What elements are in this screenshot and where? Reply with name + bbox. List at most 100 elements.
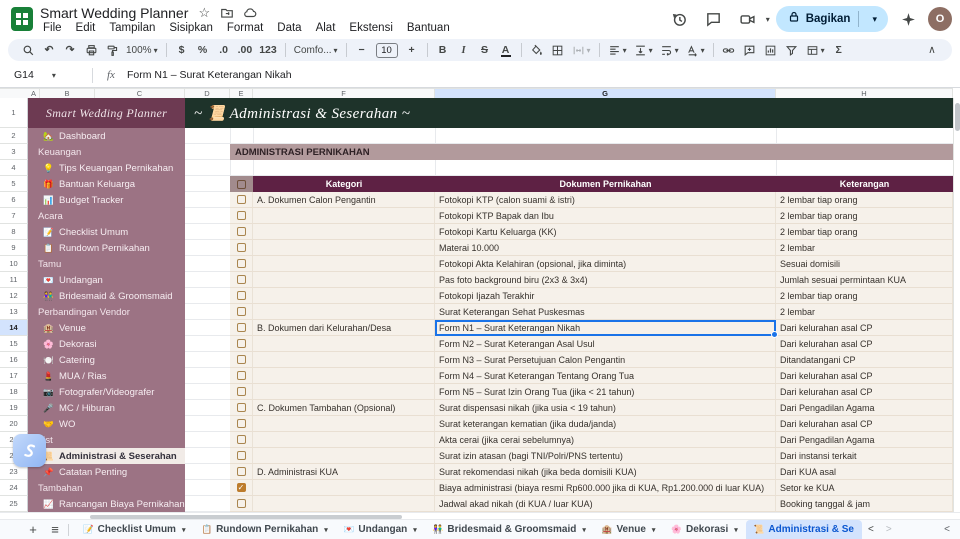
- menu-alat[interactable]: Alat: [309, 21, 343, 35]
- row-header-6[interactable]: 6: [0, 192, 28, 208]
- kategori-cell[interactable]: [253, 432, 435, 448]
- checkbox-cell[interactable]: [230, 192, 253, 208]
- checkbox-unchecked[interactable]: [236, 243, 246, 252]
- kategori-cell[interactable]: B. Dokumen dari Kelurahan/Desa: [253, 320, 435, 336]
- sidebar-title[interactable]: Smart Wedding Planner: [28, 98, 185, 128]
- sidebar-item-catatan-penting[interactable]: 📌 Catatan Penting: [28, 464, 185, 480]
- row-header-25[interactable]: 25: [0, 496, 28, 512]
- keterangan-cell[interactable]: Dari Pengadilan Agama: [776, 432, 953, 448]
- checkbox-unchecked[interactable]: [236, 339, 246, 348]
- row-header-14[interactable]: 14: [0, 320, 28, 336]
- gemini-sparkle-icon[interactable]: [894, 5, 922, 33]
- page-title-banner[interactable]: ~ 📜 Administrasi & Seserahan ~: [185, 98, 953, 128]
- row-header-18[interactable]: 18: [0, 384, 28, 400]
- insert-chart-button[interactable]: [761, 40, 781, 60]
- dokumen-cell[interactable]: Surat rekomendasi nikah (jika beda domis…: [435, 464, 776, 480]
- move-folder-icon[interactable]: [220, 6, 234, 20]
- checkbox-cell[interactable]: [230, 400, 253, 416]
- sheet-tab-checklist-umum[interactable]: 📝 Checklist Umum ▾: [75, 520, 193, 539]
- menu-format[interactable]: Format: [220, 21, 270, 35]
- more-formats-button[interactable]: 123: [256, 40, 280, 60]
- insert-link-button[interactable]: [719, 40, 739, 60]
- row-header-20[interactable]: 20: [0, 416, 28, 432]
- kategori-cell[interactable]: [253, 384, 435, 400]
- checkbox-cell[interactable]: [230, 464, 253, 480]
- horizontal-scrollbar-thumb[interactable]: [90, 514, 402, 519]
- text-color-button[interactable]: A: [496, 40, 516, 60]
- horizontal-align-button[interactable]: ▾: [605, 40, 630, 60]
- header-checkbox-cell[interactable]: [230, 176, 253, 192]
- checkbox-unchecked[interactable]: [236, 403, 246, 412]
- checkbox-unchecked[interactable]: [236, 371, 246, 380]
- dokumen-cell[interactable]: Fotokopi Akta Kelahiran (opsional, jika …: [435, 256, 776, 272]
- horizontal-scrollbar[interactable]: [0, 512, 960, 519]
- keterangan-cell[interactable]: Ditandatangani CP: [776, 352, 953, 368]
- keterangan-cell[interactable]: Setor ke KUA: [776, 480, 953, 496]
- checkbox-unchecked[interactable]: [236, 195, 246, 204]
- dokumen-cell[interactable]: Pas foto background biru (2x3 & 3x4): [435, 272, 776, 288]
- keterangan-cell[interactable]: Booking tanggal & jam: [776, 496, 953, 512]
- sidebar-item-mua-rias[interactable]: 💄 MUA / Rias: [28, 368, 185, 384]
- checkbox-cell[interactable]: [230, 416, 253, 432]
- keterangan-cell[interactable]: Sesuai domisili: [776, 256, 953, 272]
- sidebar-item-rancangan-biaya-pernikahan[interactable]: 📈 Rancangan Biaya Pernikahan: [28, 496, 185, 512]
- menu-edit[interactable]: Edit: [69, 21, 103, 35]
- decrease-font-size-button[interactable]: −: [352, 40, 372, 60]
- keterangan-cell[interactable]: Dari instansi terkait: [776, 448, 953, 464]
- row-header-8[interactable]: 8: [0, 224, 28, 240]
- font-select-button[interactable]: Comfo... ▾: [291, 40, 341, 60]
- font-size-box-button[interactable]: 10: [373, 40, 401, 60]
- checkbox-unchecked[interactable]: [236, 227, 246, 236]
- kategori-cell[interactable]: D. Administrasi KUA: [253, 464, 435, 480]
- keterangan-cell[interactable]: Dari Pengadilan Agama: [776, 400, 953, 416]
- sheet-tab-venue[interactable]: 🏨 Venue ▾: [594, 520, 664, 539]
- checkbox-unchecked[interactable]: [236, 307, 246, 316]
- bold-button[interactable]: B: [433, 40, 453, 60]
- sidebar-item-bantuan-keluarga[interactable]: 🎁 Bantuan Keluarga: [28, 176, 185, 192]
- kategori-cell[interactable]: [253, 272, 435, 288]
- sidebar-section-acara[interactable]: Acara: [28, 208, 185, 224]
- checkbox-cell[interactable]: [230, 320, 253, 336]
- cloud-status-icon[interactable]: [243, 6, 257, 20]
- insert-comment-button[interactable]: [740, 40, 760, 60]
- menu-bantuan[interactable]: Bantuan: [400, 21, 457, 35]
- share-caret-icon[interactable]: ▾: [865, 14, 884, 25]
- dokumen-cell[interactable]: Materai 10.000: [435, 240, 776, 256]
- dokumen-cell[interactable]: Fotokopi Ijazah Terakhir: [435, 288, 776, 304]
- sidebar-section-tambahan[interactable]: Tambahan: [28, 480, 185, 496]
- kategori-cell[interactable]: [253, 336, 435, 352]
- checkbox-unchecked[interactable]: [236, 355, 246, 364]
- fill-color-button[interactable]: [527, 40, 547, 60]
- row-header-15[interactable]: 15: [0, 336, 28, 352]
- keterangan-cell[interactable]: Dari KUA asal: [776, 464, 953, 480]
- sheets-logo-icon[interactable]: [11, 7, 33, 31]
- sidebar-item-fotografer-videografer[interactable]: 📷 Fotografer/Videografer: [28, 384, 185, 400]
- checkbox-unchecked[interactable]: [236, 435, 246, 444]
- kategori-cell[interactable]: [253, 240, 435, 256]
- increase-font-size-button[interactable]: +: [402, 40, 422, 60]
- tab-scroll-right-icon[interactable]: >: [880, 524, 898, 535]
- table-header-kategori[interactable]: Kategori: [253, 176, 435, 192]
- dokumen-cell[interactable]: Surat dispensasi nikah (jika usia < 19 t…: [435, 400, 776, 416]
- dokumen-cell[interactable]: Surat Keterangan Sehat Puskesmas: [435, 304, 776, 320]
- kategori-cell[interactable]: [253, 352, 435, 368]
- toolbar-collapse-button[interactable]: ∧: [922, 40, 942, 60]
- row-header-16[interactable]: 16: [0, 352, 28, 368]
- sheet-tab-dekorasi[interactable]: 🌸 Dekorasi ▾: [663, 520, 745, 539]
- keterangan-cell[interactable]: 2 lembar: [776, 304, 953, 320]
- sidebar-item-administrasi-seserahan[interactable]: 📜 Administrasi & Seserahan: [28, 448, 185, 464]
- dokumen-cell[interactable]: Form N2 – Surat Keterangan Asal Usul: [435, 336, 776, 352]
- add-sheet-button[interactable]: +: [22, 521, 44, 539]
- sidebar-item-dashboard[interactable]: 🏡 Dashboard: [28, 128, 185, 144]
- kategori-cell[interactable]: [253, 224, 435, 240]
- selected-cell-G14[interactable]: [435, 320, 778, 338]
- checkbox-unchecked[interactable]: [236, 419, 246, 428]
- sidebar-item-mc-hiburan[interactable]: 🎤 MC / Hiburan: [28, 400, 185, 416]
- checkbox-cell[interactable]: [230, 384, 253, 400]
- row-header-9[interactable]: 9: [0, 240, 28, 256]
- sidebar-item-venue[interactable]: 🏨 Venue: [28, 320, 185, 336]
- menu-tampilan[interactable]: Tampilan: [102, 21, 162, 35]
- panel-collapse-icon[interactable]: <: [944, 524, 950, 535]
- checkbox-cell[interactable]: [230, 208, 253, 224]
- dokumen-cell[interactable]: Fotokopi KTP (calon suami & istri): [435, 192, 776, 208]
